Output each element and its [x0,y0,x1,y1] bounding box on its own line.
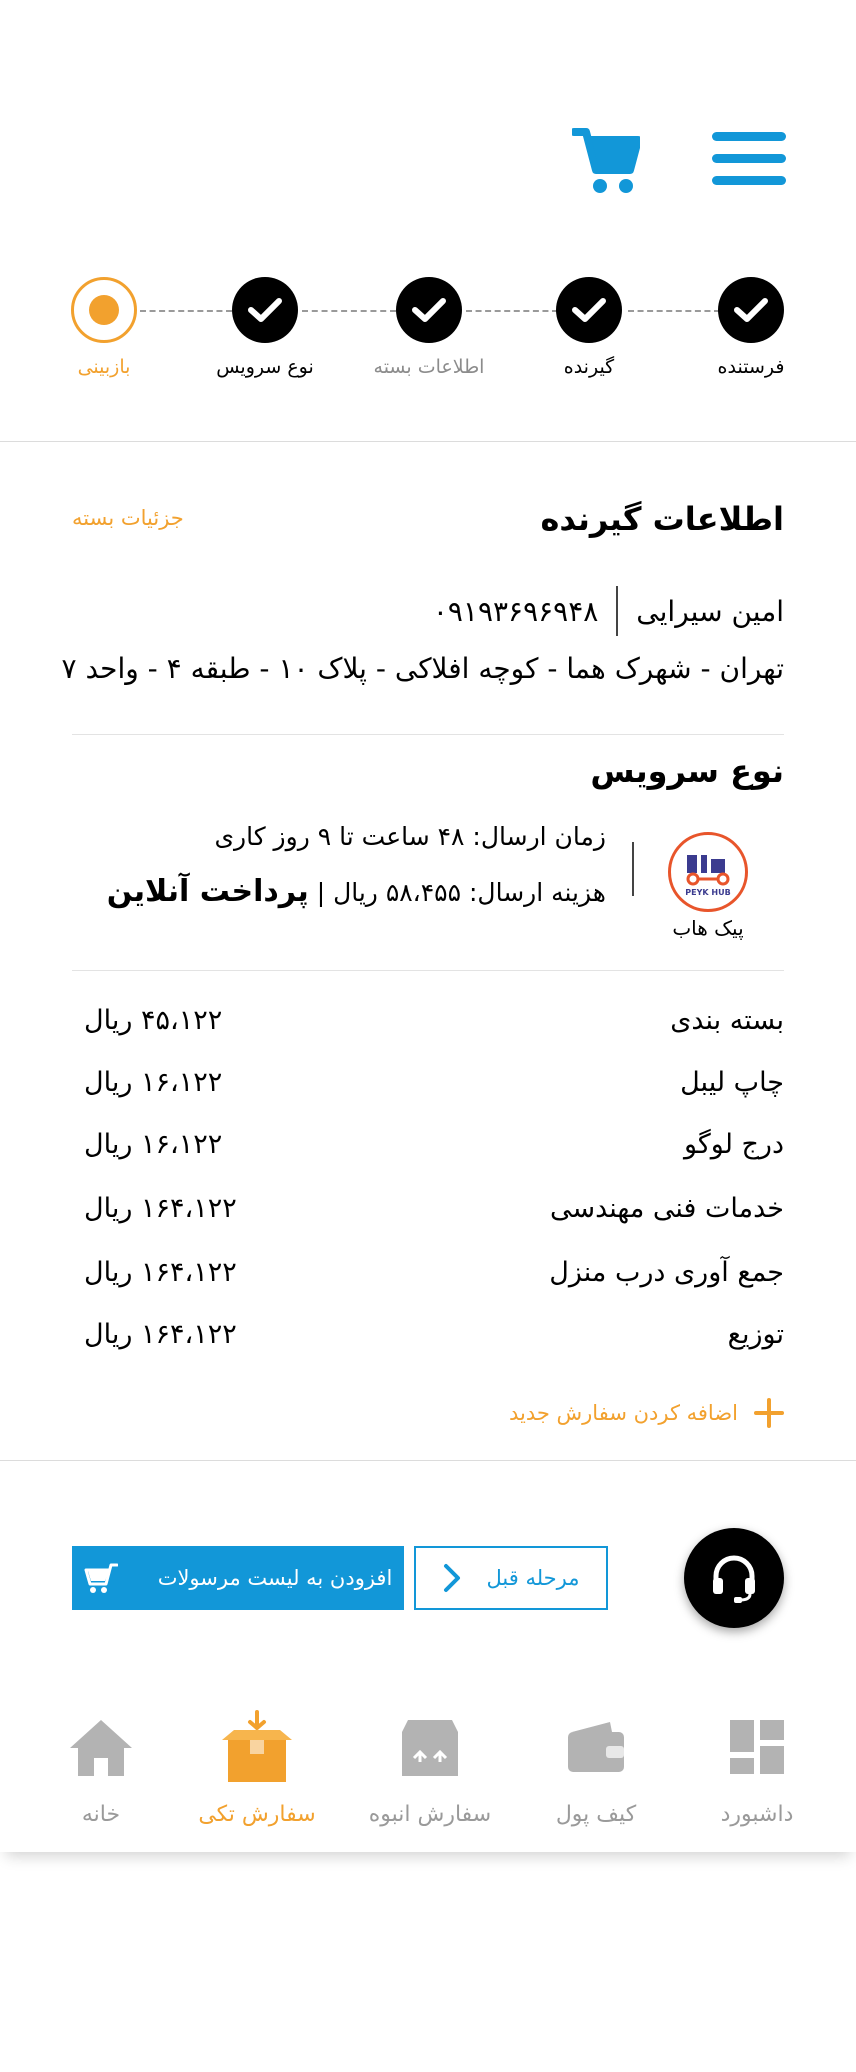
divider [0,441,856,442]
payment-method: پرداخت آنلاین [106,874,309,909]
send-time: زمان ارسال: ۴۸ ساعت تا ۹ روز کاری [214,822,606,851]
fee-row: درج لوگو ۱۶،۱۲۲ ریال [72,1122,784,1166]
fee-label: بسته بندی [670,1004,784,1036]
step-label-sender: فرستنده [717,356,785,378]
step-check-icon [718,277,784,343]
single-box-icon [222,1710,292,1782]
divider [0,1460,856,1461]
fee-row: توزیع ۱۶۴،۱۲۲ ریال [72,1312,784,1356]
recipient-name: امین سیرایی [636,594,784,628]
home-icon [70,1720,132,1776]
dashboard-icon [730,1720,784,1774]
step-check-icon [232,277,298,343]
step-check-icon [396,277,462,343]
step-check-icon [556,277,622,343]
nav-item-bulk-order[interactable]: سفارش انبوه [345,1680,515,1852]
divider [72,734,784,735]
nav-label-single-order: سفارش تکی [198,1802,316,1827]
fee-row: چاپ لیبل ۱۶،۱۲۲ ریال [72,1060,784,1104]
fee-amount: ۱۶۴،۱۲۲ ریال [84,1192,237,1224]
fee-amount: ۱۶۴،۱۲۲ ریال [84,1256,237,1288]
nav-item-wallet[interactable]: کیف پول [511,1680,681,1852]
courier-name: پیک هاب [672,916,744,940]
nav-item-single-order[interactable]: سفارش تکی [172,1680,342,1852]
add-to-shipments-button[interactable]: افزودن به لیست مرسولات [72,1546,404,1610]
fee-label: چاپ لیبل [680,1066,784,1098]
step-label-review: بازبینی [77,356,131,378]
package-details-link[interactable]: جزئیات بسته [72,506,184,530]
support-button[interactable] [684,1528,784,1628]
recipient-phone: ۰۹۱۹۳۶۹۶۹۴۸ [432,594,599,628]
fee-row: جمع آوری درب منزل ۱۶۴،۱۲۲ ریال [72,1250,784,1294]
logo-text: PEYK HUB [685,888,730,897]
fee-label: جمع آوری درب منزل [549,1256,784,1288]
fee-row: خدمات فنی مهندسی ۱۶۴،۱۲۲ ریال [72,1186,784,1230]
fee-amount: ۱۶،۱۲۲ ریال [84,1066,223,1098]
previous-step-button[interactable]: مرحله قبل [414,1546,608,1610]
plus-icon [754,1398,784,1428]
nav-label-dashboard: داشبورد [720,1802,794,1827]
fee-amount: ۱۶،۱۲۲ ریال [84,1128,223,1160]
nav-label-wallet: کیف پول [555,1802,637,1827]
step-label-package-info: اطلاعات بسته [373,356,485,378]
bulk-box-icon [402,1720,458,1776]
step-label-receiver: گیرنده [563,356,615,378]
send-cost: هزینه ارسال: ۵۸،۴۵۵ ریال | پرداخت آنلاین [107,874,606,909]
service-section-title: نوع سرویس [590,752,784,790]
nav-item-home[interactable]: خانه [16,1680,186,1852]
chevron-right-icon [443,1564,460,1592]
divider [72,970,784,971]
fee-label: خدمات فنی مهندسی [549,1192,784,1224]
send-cost-text: هزینه ارسال: ۵۸،۴۵۵ ریال | [308,878,606,907]
bottom-navigation: داشبورد کیف پول سفارش انبوه سفارش تکی خا… [0,1680,856,1852]
add-new-order-label: اضافه کردن سفارش جدید [508,1401,738,1425]
add-new-order-button[interactable]: اضافه کردن سفارش جدید [509,1398,784,1428]
recipient-address: تهران - شهرک هما - کوچه افلاکی - پلاک ۱۰… [61,652,785,685]
recipient-section-title: اطلاعات گیرنده [540,500,784,538]
nav-label-home: خانه [81,1802,121,1827]
previous-step-label: مرحله قبل [486,1566,580,1590]
add-to-shipments-label: افزودن به لیست مرسولات [157,1566,393,1590]
cart-icon [84,1563,118,1593]
headset-icon [713,1555,755,1603]
fee-label: توزیع [727,1318,784,1350]
step-current-indicator [71,277,137,343]
nav-label-bulk-order: سفارش انبوه [368,1802,492,1827]
wallet-icon [568,1722,624,1772]
peyk-hub-logo-icon: PEYK HUB [668,832,748,912]
fee-amount: ۴۵،۱۲۲ ریال [84,1004,223,1036]
fee-amount: ۱۶۴،۱۲۲ ریال [84,1318,237,1350]
step-label-service-type: نوع سرویس [216,356,314,378]
fee-row: بسته بندی ۴۵،۱۲۲ ریال [72,998,784,1042]
progress-stepper: فرستنده گیرنده اطلاعات بسته نوع سرویس با… [0,270,856,390]
recipient-contact: امین سیرایی ۰۹۱۹۳۶۹۶۹۴۸ [433,586,784,636]
fee-label: درج لوگو [683,1128,784,1160]
hamburger-menu-icon[interactable] [712,132,786,186]
nav-item-dashboard[interactable]: داشبورد [672,1680,842,1852]
divider [632,842,634,896]
shopping-cart-icon[interactable] [570,126,642,196]
